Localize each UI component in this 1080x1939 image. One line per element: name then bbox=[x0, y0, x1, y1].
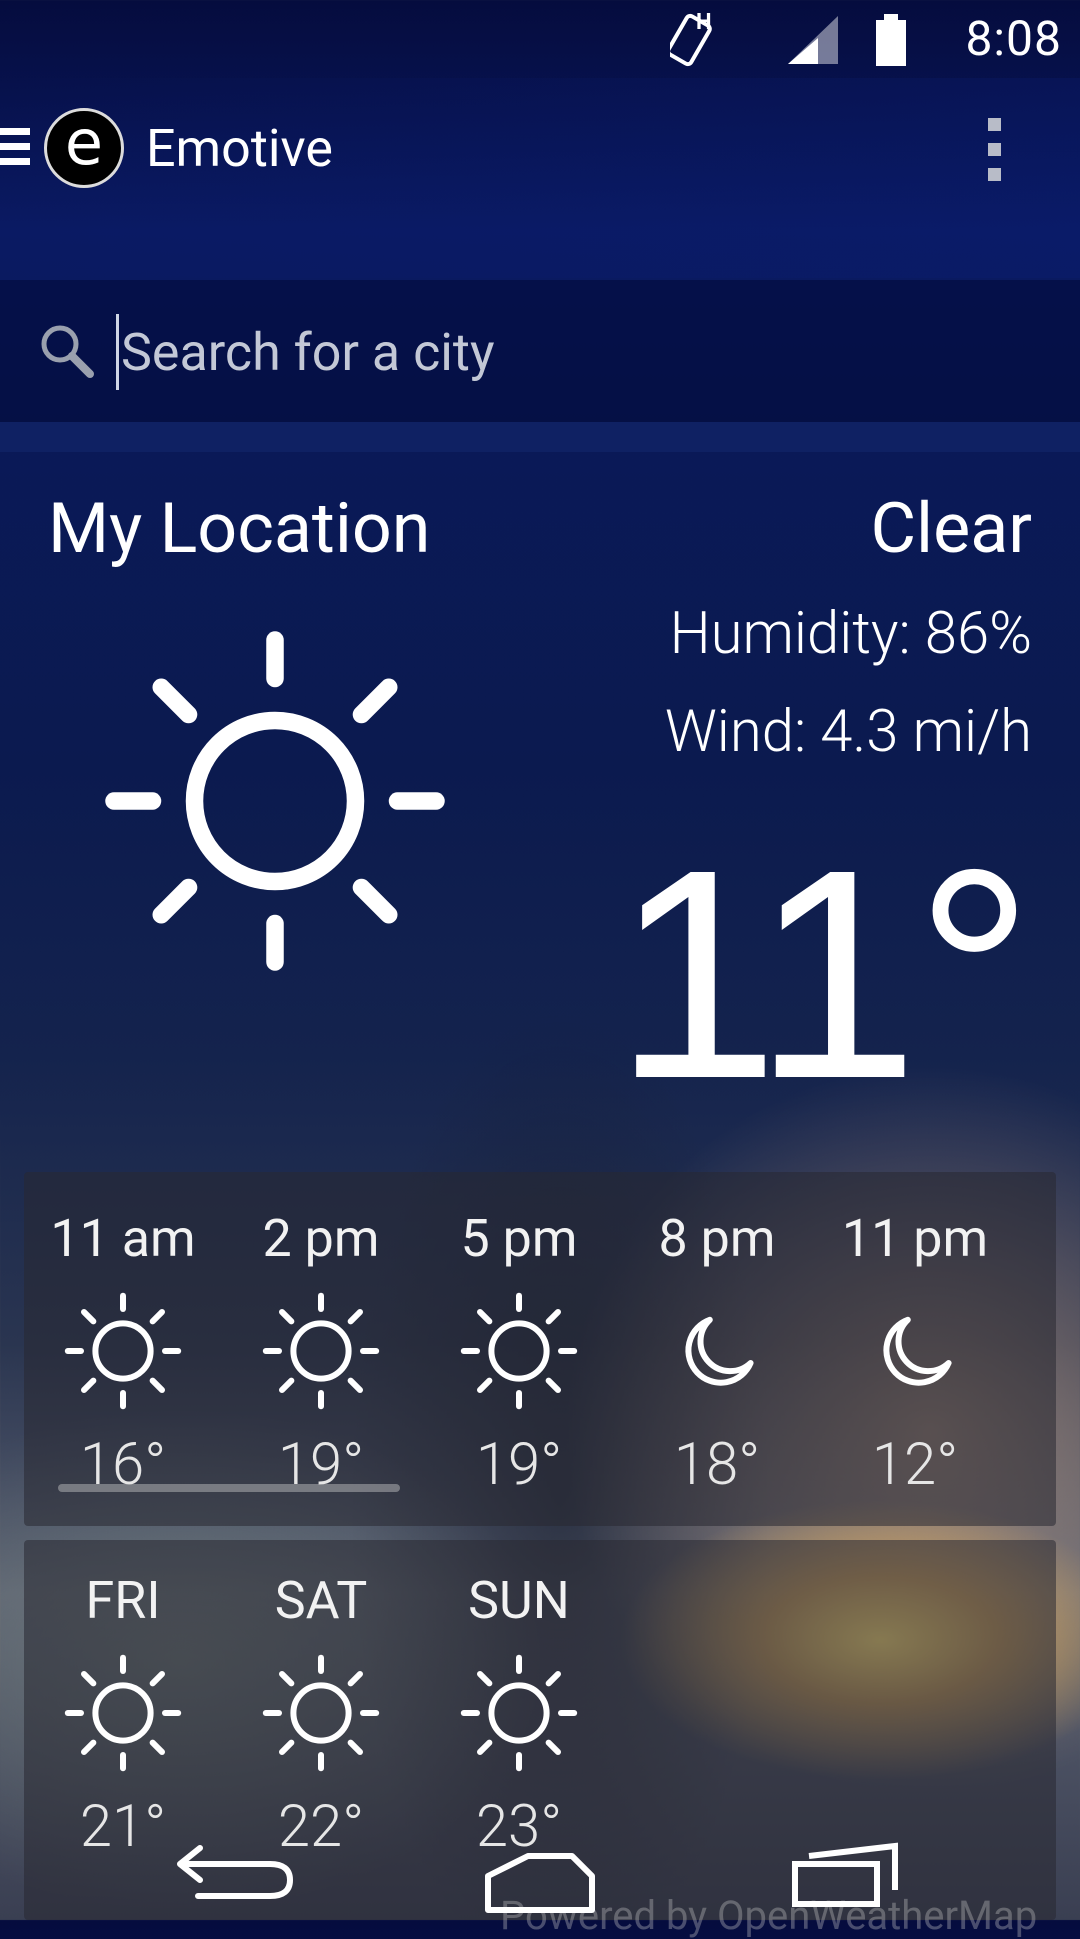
back-icon[interactable] bbox=[140, 1820, 340, 1920]
humidity-label: Humidity: 86% bbox=[669, 600, 1032, 668]
hourly-item: 11 pm 12° bbox=[816, 1208, 1014, 1499]
signal-icon bbox=[788, 16, 838, 64]
clock: 8:08 bbox=[965, 10, 1062, 67]
hour-label: 2 pm bbox=[262, 1208, 380, 1269]
sun-icon bbox=[459, 1291, 579, 1411]
search-icon bbox=[41, 325, 94, 378]
logo-letter: e bbox=[64, 106, 104, 179]
daily-item: SUN 23° bbox=[420, 1570, 618, 1861]
recent-apps-icon[interactable] bbox=[745, 1820, 945, 1920]
daily-item: FRI 21° bbox=[24, 1570, 222, 1861]
menu-icon[interactable] bbox=[0, 128, 30, 172]
hour-temp: 18° bbox=[673, 1431, 761, 1499]
app-logo[interactable]: e bbox=[44, 108, 124, 188]
wind-label: Wind: 4.3 mi/h bbox=[664, 698, 1032, 766]
sun-icon bbox=[100, 626, 450, 976]
hourly-item: 8 pm 18° bbox=[618, 1208, 816, 1499]
home-icon[interactable] bbox=[440, 1820, 640, 1920]
scroll-indicator[interactable] bbox=[58, 1484, 400, 1492]
sun-icon bbox=[459, 1653, 579, 1773]
sun-icon bbox=[63, 1653, 183, 1773]
hour-label: 8 pm bbox=[658, 1208, 776, 1269]
hourly-item: 5 pm 19° bbox=[420, 1208, 618, 1499]
status-bar: H 8:08 bbox=[0, 0, 1080, 78]
moon-icon bbox=[855, 1291, 975, 1411]
day-label: SUN bbox=[468, 1570, 570, 1631]
condition-label: Clear bbox=[870, 488, 1033, 570]
sun-icon bbox=[261, 1653, 381, 1773]
location-name: My Location bbox=[48, 488, 431, 570]
hour-temp: 19° bbox=[475, 1431, 563, 1499]
moon-icon bbox=[657, 1291, 777, 1411]
hour-label: 11 am bbox=[50, 1208, 196, 1269]
app-title: Emotive bbox=[146, 118, 333, 179]
sun-icon bbox=[63, 1291, 183, 1411]
daily-item: SAT 22° bbox=[222, 1570, 420, 1861]
day-label: FRI bbox=[85, 1570, 161, 1631]
day-label: SAT bbox=[274, 1570, 368, 1631]
hour-temp: 12° bbox=[871, 1431, 959, 1499]
overflow-menu-icon[interactable] bbox=[988, 118, 1002, 181]
navigation-bar bbox=[0, 1820, 1080, 1920]
hourly-item: 2 pm 19° bbox=[222, 1208, 420, 1499]
divider bbox=[0, 422, 1080, 452]
search-input[interactable] bbox=[116, 314, 1021, 390]
battery-icon bbox=[876, 14, 906, 66]
hour-label: 11 pm bbox=[841, 1208, 989, 1269]
network-type-label: H bbox=[696, 10, 712, 35]
search-bar bbox=[0, 280, 1080, 422]
hourly-forecast-card[interactable]: 11 am 16° 2 pm 19° 5 pm 19° 8 pm 18° 11 … bbox=[24, 1172, 1056, 1526]
hourly-item: 11 am 16° bbox=[24, 1208, 222, 1499]
hour-label: 5 pm bbox=[460, 1208, 578, 1269]
current-temperature: 11° bbox=[613, 808, 1034, 1141]
sun-icon bbox=[261, 1291, 381, 1411]
